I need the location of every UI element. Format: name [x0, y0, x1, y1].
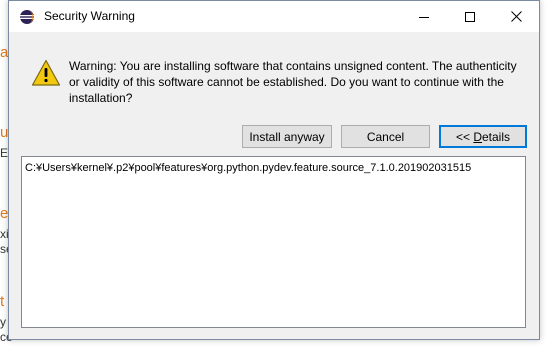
details-text-area[interactable]: C:¥Users¥kernel¥.p2¥pool¥features¥org.py… — [21, 156, 526, 328]
maximize-icon — [465, 11, 475, 22]
cancel-button[interactable]: Cancel — [341, 125, 430, 148]
close-icon — [510, 11, 522, 22]
eclipse-app-icon — [19, 9, 35, 25]
details-toggle-button[interactable]: << Details — [439, 125, 527, 148]
security-warning-dialog: Security Warning Warning: You are instal… — [8, 0, 540, 340]
maximize-button[interactable] — [447, 1, 493, 32]
warning-icon — [31, 59, 61, 87]
details-button-label: etails — [482, 129, 511, 144]
details-button-mnemonic: D — [473, 129, 482, 144]
warning-message: Warning: You are installing software tha… — [69, 59, 517, 105]
minimize-icon — [419, 16, 429, 18]
close-button[interactable] — [493, 1, 539, 32]
unsigned-content-path: C:¥Users¥kernel¥.p2¥pool¥features¥org.py… — [25, 162, 472, 174]
minimize-button[interactable] — [401, 1, 447, 32]
title-bar[interactable]: Security Warning — [9, 1, 539, 32]
details-button-prefix: << — [455, 129, 474, 144]
install-anyway-button[interactable]: Install anyway — [242, 125, 332, 148]
window-title: Security Warning — [44, 9, 135, 23]
